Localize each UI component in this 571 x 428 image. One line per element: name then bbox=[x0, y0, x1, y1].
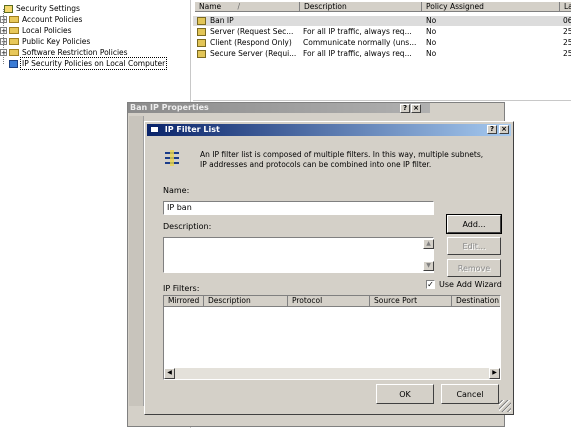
intro-text: An IP filter list is composed of multipl… bbox=[200, 150, 484, 169]
description-label: Description: bbox=[163, 222, 212, 231]
horizontal-scrollbar[interactable]: ◀ ▶ bbox=[164, 368, 500, 379]
add-button[interactable]: Add... bbox=[446, 214, 502, 234]
tree-item-local-policies[interactable]: + Local Policies bbox=[0, 25, 72, 36]
close-button[interactable]: × bbox=[411, 104, 421, 113]
folder-icon bbox=[9, 27, 19, 34]
ip-filters-grid[interactable]: Mirrored Description Protocol Source Por… bbox=[163, 295, 501, 380]
column-header-last-modified[interactable]: Last M bbox=[560, 2, 571, 12]
list-row-client[interactable]: Client (Respond Only) Communicate normal… bbox=[193, 38, 571, 48]
scroll-left-button[interactable]: ◀ bbox=[164, 368, 175, 379]
policy-icon bbox=[197, 28, 206, 36]
resize-grip-icon[interactable] bbox=[499, 400, 511, 412]
tree-item-account-policies[interactable]: + Account Policies bbox=[0, 14, 82, 25]
column-header-mirrored[interactable]: Mirrored bbox=[164, 296, 204, 307]
policy-icon bbox=[197, 50, 206, 58]
column-header-protocol[interactable]: Protocol bbox=[288, 296, 370, 307]
security-settings-icon bbox=[4, 4, 13, 13]
column-header-destination[interactable]: Destination bbox=[452, 296, 500, 307]
column-header-policy-assigned[interactable]: Policy Assigned bbox=[422, 2, 560, 12]
folder-icon bbox=[9, 38, 19, 45]
tree-item-label: IP Security Policies on Local Computer bbox=[19, 57, 168, 70]
column-header-description[interactable]: Description bbox=[204, 296, 288, 307]
ok-button[interactable]: OK bbox=[376, 384, 434, 404]
sort-indicator-icon: / bbox=[237, 2, 241, 11]
tree-item-ip-security[interactable]: IP Security Policies on Local Computer bbox=[9, 57, 168, 70]
tree-item-label: Public Key Policies bbox=[22, 37, 91, 46]
column-header-name[interactable]: Name / bbox=[195, 2, 300, 12]
tree-line bbox=[3, 9, 4, 64]
close-button[interactable]: × bbox=[499, 125, 509, 134]
column-header-description[interactable]: Description bbox=[300, 2, 422, 12]
cancel-button[interactable]: Cancel bbox=[441, 384, 499, 404]
policy-icon bbox=[197, 17, 206, 25]
list-row-server[interactable]: Server (Request Sec... For all IP traffi… bbox=[193, 27, 571, 37]
list-row-secure-server[interactable]: Secure Server (Requi... For all IP traff… bbox=[193, 49, 571, 59]
policy-icon bbox=[197, 39, 206, 47]
name-label: Name: bbox=[163, 186, 190, 195]
edit-button[interactable]: Edit... bbox=[447, 237, 501, 255]
remove-button[interactable]: Remove bbox=[447, 259, 501, 277]
ip-filter-list-dialog: IP Filter List ? × An IP filter list is … bbox=[144, 121, 514, 415]
ip-security-icon bbox=[9, 59, 18, 68]
dialog-title: IP Filter List bbox=[164, 125, 220, 134]
checkbox-check-icon: ✓ bbox=[426, 280, 435, 289]
ip-filters-label: IP Filters: bbox=[163, 284, 200, 293]
tree-item-label: Software Restriction Policies bbox=[22, 48, 128, 57]
tree-item-label: Local Policies bbox=[22, 26, 72, 35]
folder-icon bbox=[9, 16, 19, 23]
scroll-right-button[interactable]: ▶ bbox=[489, 368, 500, 379]
help-button[interactable]: ? bbox=[400, 104, 410, 113]
filter-icon bbox=[165, 150, 179, 166]
use-add-wizard-checkbox[interactable]: ✓ Use Add Wizard bbox=[426, 280, 502, 289]
filter-list-icon bbox=[150, 126, 159, 133]
folder-icon bbox=[9, 49, 19, 56]
dialog-title-bar: IP Filter List ? × bbox=[147, 124, 511, 136]
tree-item-software-restriction[interactable]: + Software Restriction Policies bbox=[0, 47, 128, 58]
tree-item-label: Security Settings bbox=[16, 4, 80, 13]
help-button[interactable]: ? bbox=[487, 125, 497, 134]
list-row-ban-ip[interactable]: Ban IP No 06/12 bbox=[193, 16, 571, 26]
tree-item-public-key-policies[interactable]: + Public Key Policies bbox=[0, 36, 90, 47]
column-header-source-port[interactable]: Source Port bbox=[370, 296, 452, 307]
description-textarea[interactable]: ▲ ▼ bbox=[163, 237, 434, 273]
policy-list: Name / Description Policy Assigned Last … bbox=[193, 0, 571, 101]
tree-item-label: Account Policies bbox=[22, 15, 83, 24]
tree-item-security-settings[interactable]: Security Settings bbox=[4, 3, 80, 14]
properties-window-body bbox=[129, 116, 144, 406]
properties-window-title: Ban IP Properties ? × bbox=[128, 103, 430, 113]
name-input[interactable]: IP ban bbox=[163, 201, 434, 215]
scroll-up-button[interactable]: ▲ bbox=[423, 239, 434, 249]
scroll-down-button[interactable]: ▼ bbox=[423, 261, 434, 271]
